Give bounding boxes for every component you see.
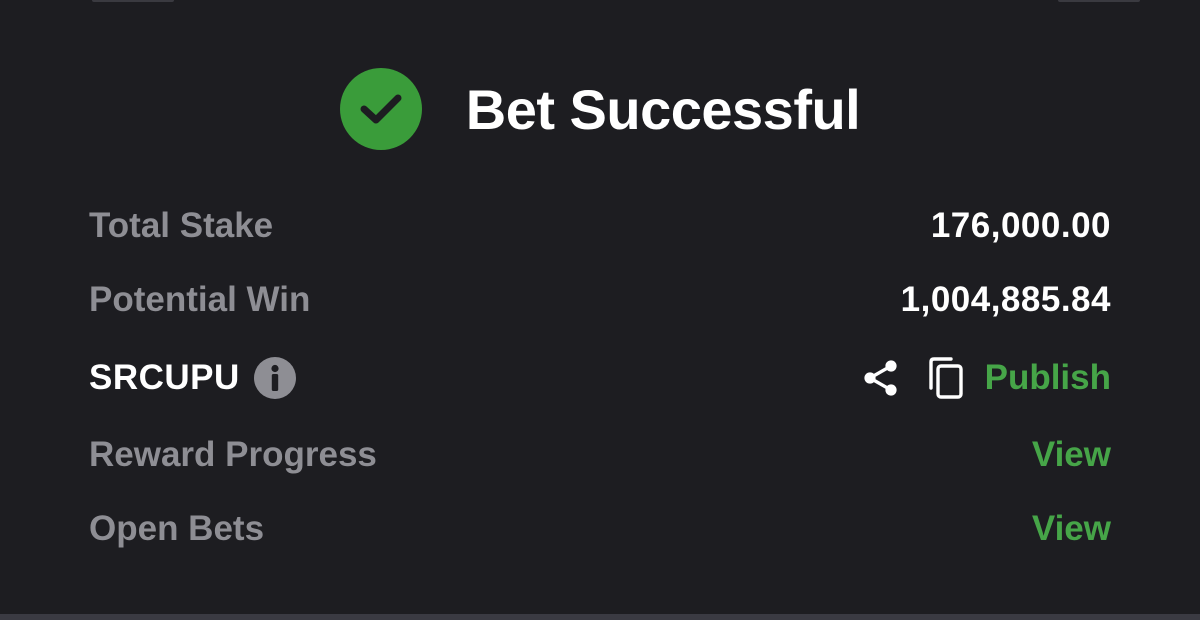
publish-button[interactable]: Publish xyxy=(985,358,1111,398)
reward-progress-view-link[interactable]: View xyxy=(1032,435,1111,475)
reward-progress-label: Reward Progress xyxy=(89,435,377,474)
booking-code-group: SRCUPU xyxy=(89,357,296,399)
booking-actions: Publish xyxy=(861,356,1111,400)
share-glyph xyxy=(863,360,897,396)
checkmark-icon xyxy=(360,94,402,124)
copy-glyph xyxy=(928,357,963,399)
booking-code-row: SRCUPU Publish xyxy=(89,353,1111,403)
total-stake-label: Total Stake xyxy=(89,206,274,245)
reward-progress-row: Reward Progress View xyxy=(89,430,1111,480)
open-bets-view-link[interactable]: View xyxy=(1032,509,1111,549)
total-stake-value: 176,000.00 xyxy=(930,206,1111,245)
potential-win-label: Potential Win xyxy=(89,280,311,319)
potential-win-row: Potential Win 1,004,885.84 xyxy=(89,275,1111,325)
previous-content-edge xyxy=(0,0,1200,6)
open-bets-row: Open Bets View xyxy=(89,504,1111,554)
previous-content-fragment xyxy=(1058,0,1140,2)
success-header: Bet Successful xyxy=(0,68,1200,150)
info-glyph xyxy=(271,364,279,391)
open-bets-label: Open Bets xyxy=(89,509,265,548)
check-circle-icon xyxy=(339,68,422,150)
info-icon[interactable] xyxy=(253,357,296,399)
total-stake-row: Total Stake 176,000.00 xyxy=(89,201,1111,251)
share-icon[interactable] xyxy=(861,358,901,398)
copy-icon[interactable] xyxy=(927,356,965,400)
bottom-divider xyxy=(0,614,1200,620)
previous-content-fragment xyxy=(92,0,174,2)
booking-code: SRCUPU xyxy=(89,358,240,397)
page-title: Bet Successful xyxy=(465,77,861,141)
potential-win-value: 1,004,885.84 xyxy=(900,280,1111,319)
